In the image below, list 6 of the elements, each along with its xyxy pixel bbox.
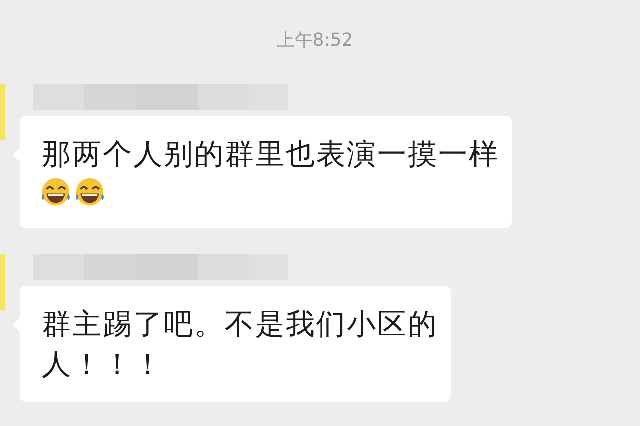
avatar bbox=[0, 254, 5, 310]
message-text: 群主踢了吧。不是我们小区的 bbox=[42, 306, 438, 343]
avatar bbox=[0, 84, 5, 140]
message-text: 人！！！ bbox=[42, 346, 165, 383]
timestamp: 上午8:52 bbox=[276, 30, 354, 52]
message-text: 那两个人别的群里也表演一摸一样 bbox=[42, 136, 500, 173]
